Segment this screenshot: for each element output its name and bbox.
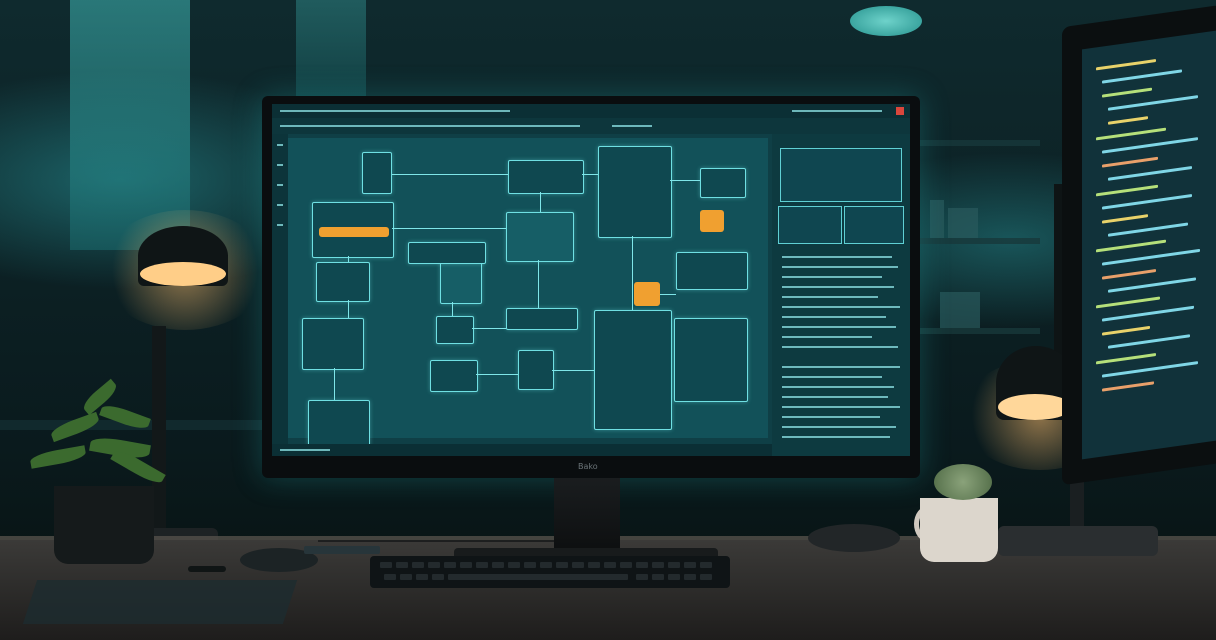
phone (304, 546, 380, 554)
tool-rail[interactable] (272, 134, 288, 444)
flow-node[interactable] (316, 262, 370, 302)
desk-lamp-right-bulb (998, 394, 1072, 420)
shelf (920, 238, 1040, 244)
orange-icon[interactable] (700, 210, 724, 232)
close-icon[interactable] (896, 107, 904, 115)
flow-node[interactable] (362, 152, 392, 194)
flow-node[interactable] (676, 252, 748, 290)
box (948, 208, 978, 238)
properties-panel[interactable] (772, 134, 910, 456)
flow-node[interactable] (312, 202, 394, 258)
keyboard[interactable] (370, 556, 730, 588)
succulent-plant (934, 464, 992, 500)
flow-node[interactable] (594, 310, 672, 430)
panel-card[interactable] (780, 148, 902, 202)
panel-card[interactable] (844, 206, 904, 244)
flow-node[interactable] (302, 318, 364, 370)
desk-lamp-right-base (998, 526, 1158, 556)
cable (318, 540, 558, 542)
monitor-brand-logo: Bako (578, 462, 598, 471)
toolbar[interactable] (272, 118, 910, 134)
flow-node[interactable] (674, 318, 748, 402)
flow-node[interactable] (508, 160, 584, 194)
flow-node[interactable] (436, 316, 474, 344)
monitor-screen[interactable] (272, 104, 910, 456)
status-bar (272, 444, 772, 456)
highlight-bar (319, 227, 389, 237)
pen (188, 566, 226, 572)
mug (920, 498, 998, 562)
monitor-stand (554, 478, 620, 552)
second-monitor-screen[interactable] (1082, 30, 1216, 460)
flow-node[interactable] (700, 168, 746, 198)
shelf (920, 140, 1040, 146)
window-top (296, 0, 366, 96)
box (940, 292, 980, 328)
flow-node[interactable] (518, 350, 554, 390)
flow-node[interactable] (408, 242, 486, 264)
flow-node[interactable] (308, 400, 370, 446)
orange-icon[interactable] (634, 282, 660, 306)
ceiling-light (850, 6, 922, 36)
menu-bar[interactable] (272, 104, 910, 118)
mouse[interactable] (808, 524, 900, 552)
shelf (920, 328, 1040, 334)
flow-node[interactable] (506, 212, 574, 262)
flow-node[interactable] (506, 308, 578, 330)
panel-card[interactable] (778, 206, 842, 244)
diagram-canvas[interactable] (288, 138, 768, 446)
book (930, 200, 944, 238)
flow-node[interactable] (598, 146, 672, 238)
paper-sheet (22, 580, 298, 624)
plant-pot (54, 486, 154, 564)
flow-node[interactable] (430, 360, 478, 392)
desk-lamp-left-bulb (140, 262, 226, 286)
plant (20, 370, 180, 490)
